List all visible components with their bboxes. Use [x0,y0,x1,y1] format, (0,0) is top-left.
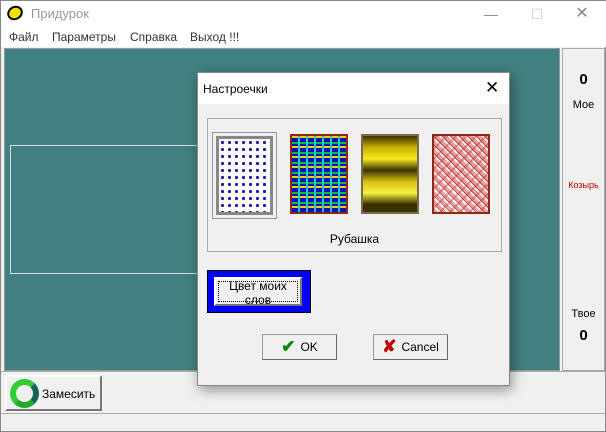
menu-help[interactable]: Справка [130,30,177,44]
my-score: 0 [579,71,588,88]
menu-parameters[interactable]: Параметры [52,30,116,44]
card-back-group: Рубашка [207,118,502,252]
checkmark-icon: ✔ [281,337,296,356]
close-button[interactable]: ✕ [567,3,597,25]
card-back-woven[interactable] [290,134,348,214]
card-back-plaid[interactable] [432,134,490,214]
your-score: 0 [579,327,588,344]
word-color-button[interactable]: Цвет моих слов [214,277,302,307]
window-title: Придурок [31,6,89,21]
status-bar [1,413,606,432]
score-panel: 0 Мое Козырь Твое 0 [562,48,605,371]
dialog-title-bar: Настроечки ✕ [198,73,509,104]
ok-button[interactable]: ✔ OK [262,334,337,360]
your-label: Твое [571,308,596,320]
cancel-button[interactable]: ✘ Cancel [373,334,448,360]
card-area [10,145,202,274]
menu-file[interactable]: Файл [9,30,39,44]
minimize-button[interactable]: — [476,3,506,25]
card-back-blue-dots[interactable] [212,132,277,219]
ok-label: OK [300,340,318,354]
word-color-swatch: Цвет моих слов [207,270,311,313]
app-icon [4,2,26,24]
x-icon: ✘ [382,337,397,356]
trump-label: Козырь [568,180,599,190]
dialog-title: Настроечки [203,82,268,96]
card-back-caption: Рубашка [329,232,380,246]
my-label: Мое [572,99,595,111]
shuffle-button[interactable]: Замесить [5,375,102,411]
card-back-gold[interactable] [361,134,419,214]
shuffle-label: Замесить [42,387,96,401]
menu-exit[interactable]: Выход !!! [190,30,239,44]
title-bar: Придурок — ☐ ✕ [1,1,606,27]
menu-bar: Файл Параметры Справка Выход !!! [1,27,606,47]
maximize-button[interactable]: ☐ [522,3,552,25]
dialog-close-button[interactable]: ✕ [485,78,499,98]
cancel-label: Cancel [401,340,439,354]
recycle-icon [10,379,39,408]
settings-dialog: Настроечки ✕ Рубашка Цвет моих слов ✔ OK… [197,72,510,386]
